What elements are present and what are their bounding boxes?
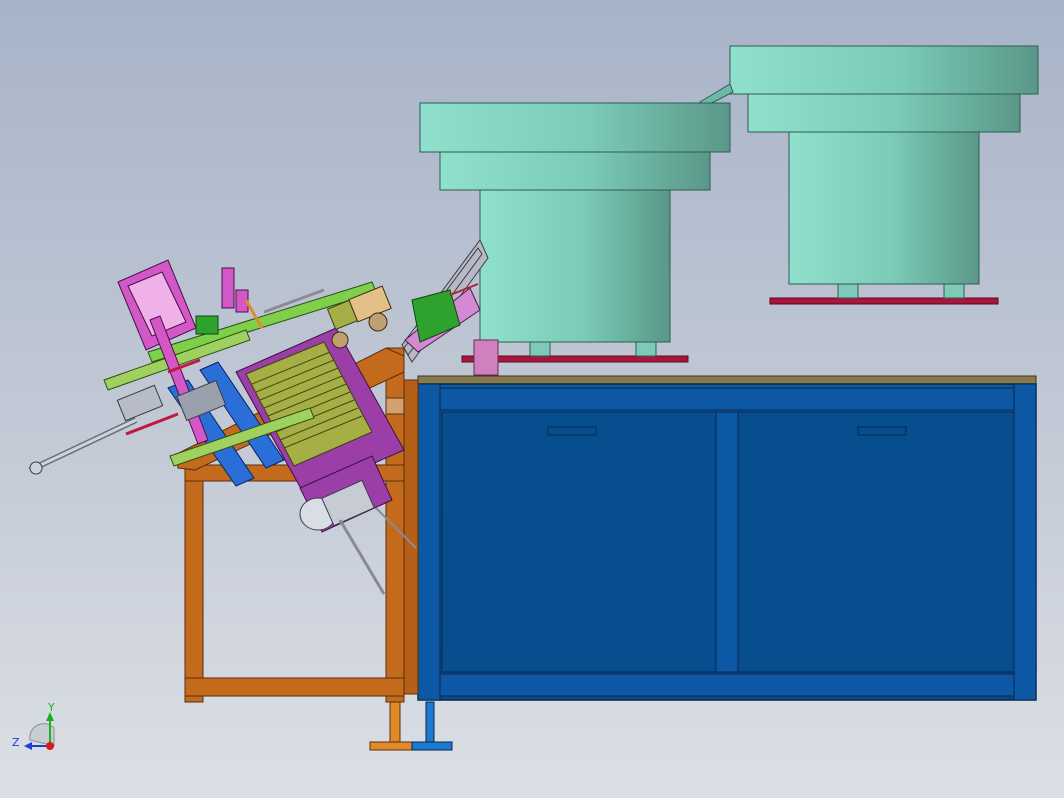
cad-viewport[interactable]: Y Z <box>0 0 1064 798</box>
cabinet-door-right[interactable] <box>737 411 1015 673</box>
x-axis-dot <box>46 742 54 750</box>
machine-assembly-model <box>28 45 1039 751</box>
tilted-assembly-mechanism[interactable] <box>28 259 417 595</box>
bowl-support-column <box>473 339 499 376</box>
cabinet-door-left[interactable] <box>441 411 717 673</box>
blue-cabinet[interactable] <box>417 375 1037 701</box>
coordinate-triad[interactable]: Y Z <box>8 700 68 760</box>
vibratory-bowl-right[interactable] <box>729 45 1039 305</box>
leveling-feet <box>369 701 453 751</box>
vibratory-bowl-left[interactable] <box>419 102 731 363</box>
z-axis-label: Z <box>12 736 20 749</box>
z-axis-arrowhead <box>24 742 32 750</box>
y-axis-label: Y <box>47 701 55 714</box>
